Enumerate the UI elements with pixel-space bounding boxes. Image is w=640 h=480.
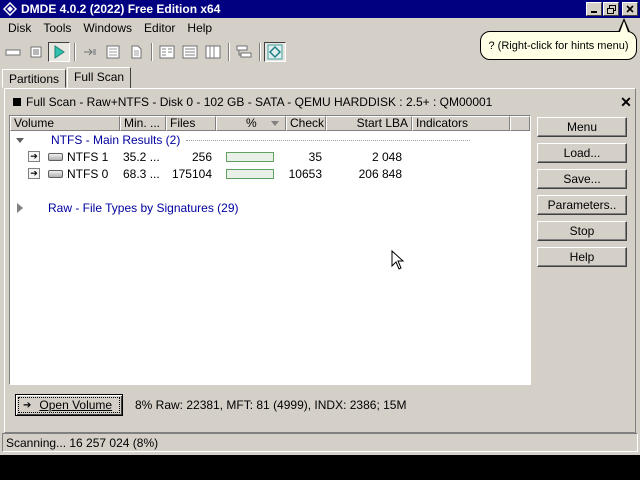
open-volume-focus: ➔ Open Volume xyxy=(18,397,120,413)
cell-files: 256 xyxy=(191,150,212,164)
load-button[interactable]: Load... xyxy=(537,143,627,163)
disk-icon xyxy=(48,153,63,161)
table-row[interactable]: ➔ NTFS 1 35.2 ... 256 35 2 048 xyxy=(10,149,480,165)
progress-bar xyxy=(226,152,274,162)
column-percent[interactable]: % xyxy=(216,116,286,131)
open-volume-label: Open Volume xyxy=(39,398,113,412)
menu-help[interactable]: Help xyxy=(181,21,218,35)
app-window: DMDE 4.0.2 (2022) Free Edition x64 Disk … xyxy=(0,0,640,455)
menu-tools[interactable]: Tools xyxy=(37,21,77,35)
column-indicators[interactable]: Indicators xyxy=(412,116,510,131)
tree-icon[interactable] xyxy=(233,42,255,62)
cell-start-lba: 206 848 xyxy=(358,167,402,181)
collapsed-icon[interactable] xyxy=(17,203,23,213)
column-min[interactable]: Min. ... xyxy=(120,116,166,131)
list-icon[interactable] xyxy=(25,42,47,62)
go-to-icon[interactable] xyxy=(79,42,101,62)
group-ntfs-label: NTFS - Main Results (2) xyxy=(51,133,181,147)
column-start-lba[interactable]: Start LBA xyxy=(326,116,412,131)
open-arrow-icon[interactable]: ➔ xyxy=(28,168,40,179)
cell-min: 68.3 ... xyxy=(123,167,160,181)
help-button[interactable]: Help xyxy=(537,247,627,267)
title-bar[interactable]: DMDE 4.0.2 (2022) Free Edition x64 xyxy=(0,0,640,18)
arrow-right-icon: ➔ xyxy=(23,399,32,411)
menu-disk[interactable]: Disk xyxy=(2,21,37,35)
menu-windows[interactable]: Windows xyxy=(77,21,138,35)
disk-icon xyxy=(48,170,63,178)
scan-stats: 8% Raw: 22381, MFT: 81 (4999), INDX: 238… xyxy=(135,398,407,412)
column-percent-label: % xyxy=(246,116,257,130)
hint-bubble[interactable]: ? (Right-click for hints menu) xyxy=(480,31,637,60)
cell-volume: NTFS 1 xyxy=(67,150,109,164)
status-bar: Scanning... 16 257 024 (8%) xyxy=(2,433,638,452)
tab-partitions[interactable]: Partitions xyxy=(2,69,67,88)
progress-bar xyxy=(226,169,274,179)
menu-editor[interactable]: Editor xyxy=(138,21,181,35)
file-icon[interactable] xyxy=(125,42,147,62)
list-header: Volume Min. ... Files % Check Start LBA … xyxy=(10,116,530,131)
parameters-button[interactable]: Parameters.. xyxy=(537,195,627,215)
tab-strip: Partitions Full Scan xyxy=(2,66,132,89)
toolbar-separator xyxy=(228,43,230,61)
cell-files: 175104 xyxy=(171,167,212,181)
tab-full-scan[interactable]: Full Scan xyxy=(67,67,132,89)
panel-header: Full Scan - Raw+NTFS - Disk 0 - 102 GB -… xyxy=(9,93,633,111)
stop-button[interactable]: Stop xyxy=(537,221,627,241)
status-text: Scanning... 16 257 024 (8%) xyxy=(6,435,159,450)
partitions-icon[interactable] xyxy=(2,42,24,62)
expanded-icon[interactable] xyxy=(16,137,24,143)
toolbar-separator xyxy=(151,43,153,61)
hint-pointer-fill xyxy=(620,21,628,32)
toolbar-separator xyxy=(74,43,76,61)
cell-volume: NTFS 0 xyxy=(67,167,109,181)
panel-icon-3[interactable] xyxy=(202,42,224,62)
panel-title: Full Scan - Raw+NTFS - Disk 0 - 102 GB -… xyxy=(26,95,493,109)
panel-grip-icon[interactable] xyxy=(13,98,21,106)
mouse-cursor-icon xyxy=(391,250,405,270)
recovery-icon[interactable] xyxy=(264,42,286,62)
sector-icon[interactable] xyxy=(102,42,124,62)
minimize-button[interactable] xyxy=(586,2,602,16)
toolbar-separator xyxy=(259,43,261,61)
panel-icon-2[interactable] xyxy=(179,42,201,62)
cell-check: 35 xyxy=(308,150,322,164)
panel-close-icon[interactable]: ✕ xyxy=(619,94,633,111)
group-raw-label: Raw - File Types by Signatures (29) xyxy=(48,201,239,215)
group-ntfs[interactable]: NTFS - Main Results (2) xyxy=(10,132,530,148)
restore-button[interactable] xyxy=(603,2,619,16)
window-title: DMDE 4.0.2 (2022) Free Edition x64 xyxy=(21,2,221,16)
column-files[interactable]: Files xyxy=(166,116,216,131)
panel-icon-1[interactable] xyxy=(156,42,178,62)
column-check[interactable]: Check xyxy=(286,116,326,131)
sort-down-icon xyxy=(270,120,279,126)
full-scan-panel: Full Scan - Raw+NTFS - Disk 0 - 102 GB -… xyxy=(4,88,636,433)
dmde-app-icon[interactable] xyxy=(2,1,18,17)
cell-min: 35.2 ... xyxy=(123,150,160,164)
save-button[interactable]: Save... xyxy=(537,169,627,189)
cell-start-lba: 2 048 xyxy=(371,150,402,164)
open-volume-button[interactable]: ➔ Open Volume xyxy=(15,394,123,416)
group-raw[interactable]: Raw - File Types by Signatures (29) xyxy=(10,200,530,216)
column-volume[interactable]: Volume xyxy=(10,116,120,131)
column-filler xyxy=(510,116,530,131)
menu-button[interactable]: Menu xyxy=(537,117,627,137)
cell-check: 10653 xyxy=(288,167,322,181)
group-divider xyxy=(186,139,470,141)
table-row[interactable]: ➔ NTFS 0 68.3 ... 175104 10653 206 848 xyxy=(10,166,480,182)
results-list[interactable]: Volume Min. ... Files % Check Start LBA … xyxy=(9,115,531,385)
play-icon[interactable] xyxy=(48,42,70,62)
list-body: NTFS - Main Results (2) ➔ NTFS 1 35.2 ..… xyxy=(10,131,530,384)
close-button[interactable] xyxy=(622,2,638,16)
open-arrow-icon[interactable]: ➔ xyxy=(28,151,40,162)
